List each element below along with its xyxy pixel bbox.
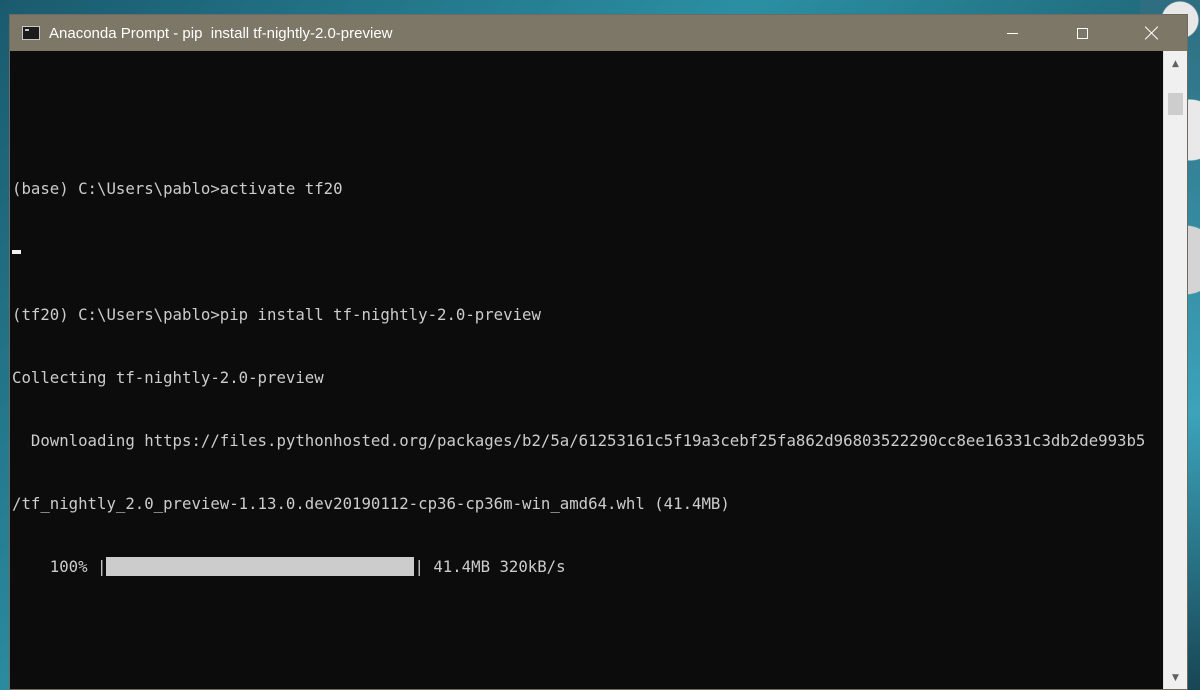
minimize-icon [1006, 32, 1018, 34]
console-line: Downloading https://files.pythonhosted.o… [12, 431, 1146, 450]
console-line: (base) C:\Users\pablo>activate tf20 [12, 179, 343, 198]
triangle-down-icon: ▼ [1172, 673, 1179, 683]
console-line: (tf20) C:\Users\pablo>pip install tf-nig… [12, 305, 541, 324]
progress-line: 100% | | 41.4MB 320kB/s [12, 556, 1145, 577]
console-window[interactable]: Anaconda Prompt - pip install tf-nightly… [9, 14, 1188, 690]
console-lines: (base) C:\Users\pablo>activate tf20 (tf2… [12, 73, 1145, 619]
progress-bar-fill [106, 557, 415, 576]
progress-suffix: | 41.4MB 320kB/s [414, 557, 566, 576]
console-line: Collecting tf-nightly-2.0-preview [12, 368, 324, 387]
console-output[interactable]: (base) C:\Users\pablo>activate tf20 (tf2… [10, 51, 1163, 689]
scroll-down-button[interactable]: ▼ [1164, 669, 1187, 687]
close-icon [1145, 26, 1159, 40]
scroll-up-button[interactable]: ▲ [1164, 55, 1187, 73]
vertical-scrollbar[interactable]: ▲ ▼ [1163, 51, 1187, 689]
progress-prefix: 100% | [12, 557, 107, 576]
close-button[interactable] [1117, 15, 1187, 51]
window-title: Anaconda Prompt - pip install tf-nightly… [49, 24, 393, 42]
minimize-button[interactable] [977, 15, 1047, 51]
console-line: /tf_nightly_2.0_preview-1.13.0.dev201901… [12, 494, 730, 513]
maximize-icon [1076, 27, 1088, 39]
title-bar[interactable]: Anaconda Prompt - pip install tf-nightly… [10, 15, 1187, 51]
maximize-button[interactable] [1047, 15, 1117, 51]
window-controls [977, 15, 1187, 51]
text-cursor [12, 250, 21, 254]
triangle-up-icon: ▲ [1172, 59, 1179, 69]
console-app-icon[interactable] [22, 26, 40, 40]
scrollbar-thumb[interactable] [1168, 93, 1183, 115]
progress-bar [106, 556, 415, 577]
